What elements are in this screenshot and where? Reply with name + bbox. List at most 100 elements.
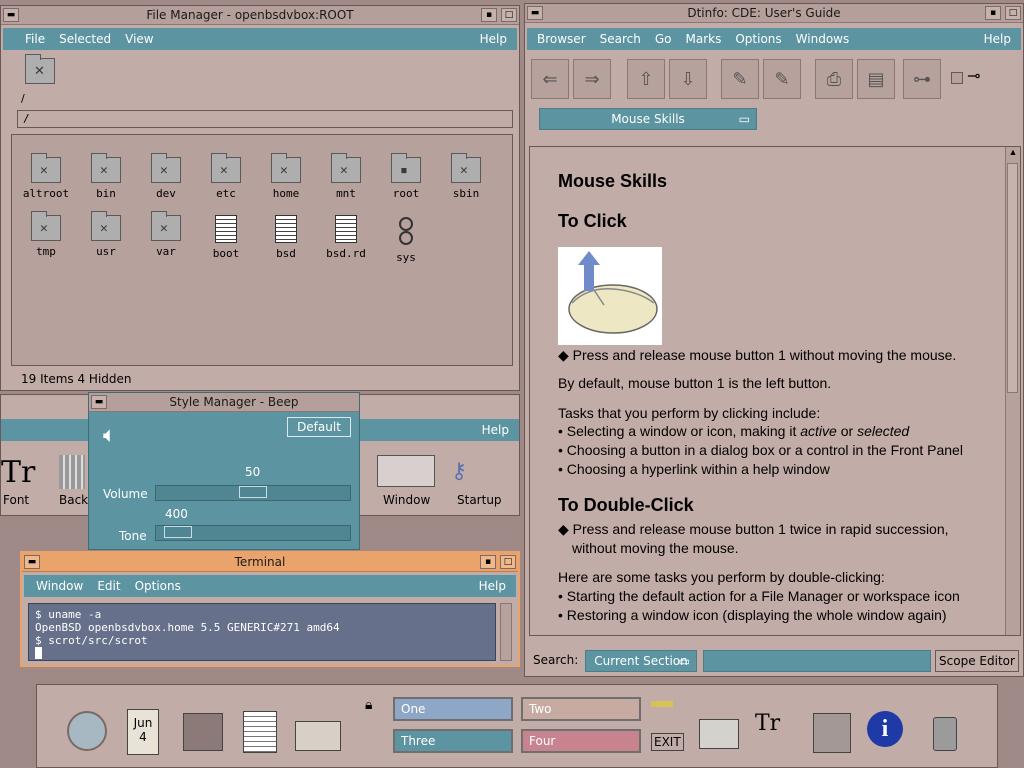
file-item-dev[interactable]: ✕ dev <box>138 153 194 200</box>
tone-slider-thumb[interactable] <box>164 526 192 538</box>
section-dropdown[interactable]: Mouse Skills ▭ <box>539 108 757 130</box>
file-item-label: bsd.rd <box>326 247 366 260</box>
history-back-icon[interactable]: ⇐ <box>531 59 569 99</box>
print-icon[interactable]: ⎙ <box>815 59 853 99</box>
file-item-tmp[interactable]: ✕ tmp <box>18 211 74 258</box>
status-bar: 19 Items 4 Hidden <box>21 372 132 386</box>
printer-icon[interactable] <box>699 719 739 749</box>
file-manager-titlebar[interactable]: ▬ File Manager - openbsdvbox:ROOT ▪ □ <box>1 6 519 25</box>
history-forward-icon[interactable]: ⇒ <box>573 59 611 99</box>
folder-icon: ✕ <box>151 211 181 241</box>
file-manager-icon[interactable] <box>183 713 223 751</box>
exit-button[interactable]: EXIT <box>651 733 684 751</box>
menu-help[interactable]: Help <box>984 32 1011 46</box>
menu-options[interactable]: Options <box>135 579 181 593</box>
menu-help[interactable]: Help <box>482 423 509 437</box>
mailer-icon[interactable] <box>295 721 341 751</box>
startup-key-icon[interactable]: ⚷ <box>451 459 467 484</box>
menu-edit[interactable]: Edit <box>97 579 120 593</box>
minimize-icon[interactable]: ▪ <box>985 6 1001 20</box>
font-icon[interactable]: Tr <box>1 455 35 490</box>
style-manager-icon[interactable]: Tr <box>755 711 780 736</box>
volume-slider[interactable] <box>155 485 351 501</box>
graph-icon[interactable]: ⊶ <box>903 59 941 99</box>
menu-search[interactable]: Search <box>600 32 641 46</box>
app-manager-icon[interactable] <box>813 713 851 753</box>
window-menu-icon[interactable]: ▬ <box>91 395 107 409</box>
lock-icon[interactable]: 🔒︎ <box>365 697 372 713</box>
menu-window[interactable]: Window <box>36 579 83 593</box>
search-input[interactable] <box>703 650 931 672</box>
scroll-thumb[interactable] <box>1007 163 1018 393</box>
help-manager-icon[interactable]: i <box>867 711 903 747</box>
terminal-screen[interactable]: $ uname -a OpenBSD openbsdvbox.home 5.5 … <box>28 603 496 661</box>
window-menu-icon[interactable]: ▬ <box>24 555 40 569</box>
menu-help[interactable]: Help <box>480 32 507 46</box>
text-editor-icon[interactable] <box>243 711 277 753</box>
file-item-sbin[interactable]: ✕ sbin <box>438 153 494 200</box>
scrollbar[interactable]: ▲ <box>1005 147 1020 635</box>
menu-help[interactable]: Help <box>479 579 506 593</box>
workspace-one[interactable]: One <box>393 697 513 721</box>
scope-dropdown[interactable]: Current Section ▭ <box>585 650 697 672</box>
maximize-icon[interactable]: □ <box>501 8 517 22</box>
file-item-sys[interactable]: sys <box>378 215 434 264</box>
file-item-boot[interactable]: boot <box>198 215 254 260</box>
scope-editor-button[interactable]: Scope Editor <box>935 650 1019 672</box>
workspace-three[interactable]: Three <box>393 729 513 753</box>
minimize-icon[interactable]: ▪ <box>480 555 496 569</box>
trash-icon[interactable] <box>933 717 957 751</box>
beep-titlebar[interactable]: ▬ Style Manager - Beep <box>89 393 359 412</box>
root-folder-icon[interactable]: ✕ <box>25 54 55 84</box>
dbl-task2-text: Restoring a window icon (displaying the … <box>566 607 947 623</box>
document-icon <box>335 215 357 243</box>
dbl-task-item: • Restoring a window icon (displaying th… <box>558 607 947 623</box>
window-style-icon[interactable] <box>377 455 435 487</box>
window-menu-icon[interactable]: ▬ <box>3 8 19 22</box>
default-button[interactable]: Default <box>287 417 351 437</box>
menu-browser[interactable]: Browser <box>537 32 586 46</box>
scroll-up-arrow-icon[interactable]: ▲ <box>1006 147 1020 161</box>
file-item-home[interactable]: ✕ home <box>258 153 314 200</box>
previous-section-icon[interactable]: ⇧ <box>627 59 665 99</box>
file-item-root[interactable]: ▪ root <box>378 153 434 200</box>
calendar-icon[interactable]: Jun 4 <box>127 709 159 755</box>
file-item-altroot[interactable]: ✕ altroot <box>18 153 74 200</box>
file-item-bsd[interactable]: bsd <box>258 215 314 260</box>
workspace-two[interactable]: Two <box>521 697 641 721</box>
file-item-etc[interactable]: ✕ etc <box>198 153 254 200</box>
file-item-bin[interactable]: ✕ bin <box>78 153 134 200</box>
menu-windows[interactable]: Windows <box>796 32 850 46</box>
menu-marks[interactable]: Marks <box>686 32 722 46</box>
clock-icon[interactable] <box>67 711 107 751</box>
file-item-mnt[interactable]: ✕ mnt <box>318 153 374 200</box>
search-history-back-icon[interactable]: ✎ <box>721 59 759 99</box>
volume-slider-thumb[interactable] <box>239 486 267 498</box>
library-icon[interactable]: ▤ <box>857 59 895 99</box>
menu-view[interactable]: View <box>125 32 153 46</box>
terminal-titlebar[interactable]: ▬ Terminal ▪ □ <box>22 553 518 572</box>
pin-icon[interactable]: ⊸ <box>967 66 980 85</box>
window-menu-icon[interactable]: ▬ <box>527 6 543 20</box>
maximize-icon[interactable]: □ <box>1005 6 1021 20</box>
menu-selected[interactable]: Selected <box>59 32 111 46</box>
search-history-forward-icon[interactable]: ✎ <box>763 59 801 99</box>
file-item-label: altroot <box>22 187 70 200</box>
file-item-bsd.rd[interactable]: bsd.rd <box>318 215 374 260</box>
tone-slider[interactable] <box>155 525 351 541</box>
menu-options[interactable]: Options <box>735 32 781 46</box>
heading-to-click: To Click <box>558 211 627 231</box>
menu-file[interactable]: File <box>25 32 45 46</box>
maximize-icon[interactable]: □ <box>500 555 516 569</box>
workspace-four[interactable]: Four <box>521 729 641 753</box>
pin-checkbox[interactable] <box>951 72 963 84</box>
menu-go[interactable]: Go <box>655 32 672 46</box>
next-section-icon[interactable]: ⇩ <box>669 59 707 99</box>
path-field[interactable]: / <box>17 110 513 128</box>
backdrop-icon[interactable] <box>59 455 85 489</box>
minimize-icon[interactable]: ▪ <box>481 8 497 22</box>
dtinfo-titlebar[interactable]: ▬ Dtinfo: CDE: User's Guide ▪ □ <box>525 4 1023 23</box>
file-item-var[interactable]: ✕ var <box>138 211 194 258</box>
file-item-usr[interactable]: ✕ usr <box>78 211 134 258</box>
terminal-scrollbar[interactable] <box>500 603 512 661</box>
